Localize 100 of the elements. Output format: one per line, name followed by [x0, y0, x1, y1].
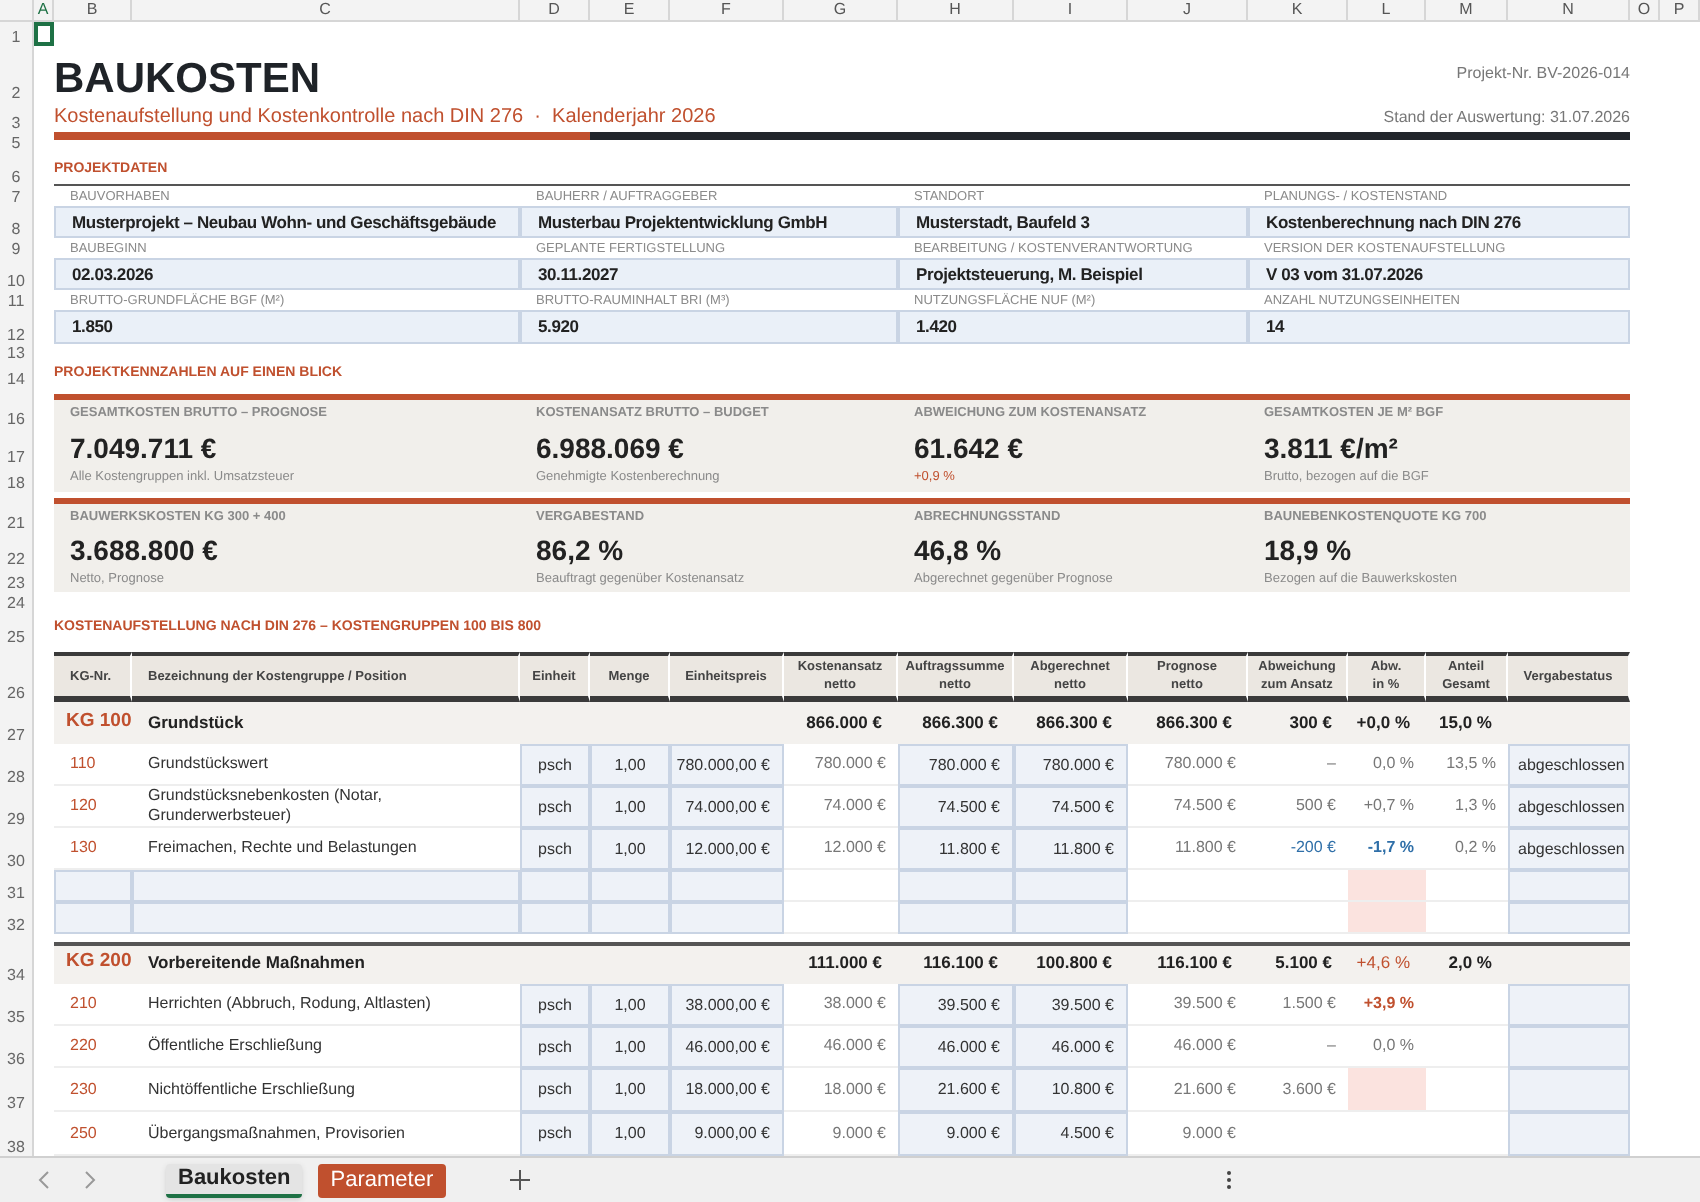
- column-letter[interactable]: O: [1630, 0, 1660, 22]
- table-cell[interactable]: 4.500 €: [1014, 1112, 1128, 1156]
- add-sheet-icon[interactable]: [509, 1170, 530, 1190]
- row-number[interactable]: 30: [0, 828, 34, 870]
- row-number[interactable]: 28: [0, 744, 34, 786]
- row-number[interactable]: 2: [0, 46, 34, 102]
- column-letter[interactable]: J: [1128, 0, 1248, 22]
- scroll-right-icon[interactable]: [82, 1170, 98, 1190]
- table-cell[interactable]: 1,00: [590, 1068, 670, 1112]
- sheet-tab[interactable]: Baukosten: [166, 1163, 303, 1197]
- table-cell[interactable]: 1,00: [590, 744, 670, 786]
- table-cell[interactable]: 780.000 €: [898, 744, 1014, 786]
- column-letter[interactable]: F: [670, 0, 784, 22]
- table-cell[interactable]: 74.000,00 €: [670, 786, 784, 828]
- column-letter[interactable]: K: [1248, 0, 1348, 22]
- row-number[interactable]: 17: [0, 428, 34, 466]
- input-cell[interactable]: [898, 902, 1014, 934]
- input-cell[interactable]: [520, 902, 590, 934]
- column-letter[interactable]: A: [34, 0, 54, 22]
- table-cell[interactable]: 46.000,00 €: [670, 1026, 784, 1068]
- row-number[interactable]: 21: [0, 504, 34, 532]
- table-cell[interactable]: 11.800 €: [1014, 828, 1128, 870]
- table-cell[interactable]: 38.000,00 €: [670, 984, 784, 1026]
- table-cell[interactable]: 11.800 €: [898, 828, 1014, 870]
- row-number[interactable]: 22: [0, 532, 34, 568]
- row-number[interactable]: 26: [0, 652, 34, 702]
- input-cell[interactable]: [1508, 1068, 1630, 1112]
- row-number[interactable]: 9: [0, 238, 34, 258]
- scroll-left-icon[interactable]: [36, 1170, 52, 1190]
- table-cell[interactable]: 46.000 €: [1014, 1026, 1128, 1068]
- row-number[interactable]: 38: [0, 1112, 34, 1156]
- input-cell[interactable]: [590, 870, 670, 902]
- column-letter[interactable]: D: [520, 0, 590, 22]
- table-cell[interactable]: 9.000,00 €: [670, 1112, 784, 1156]
- table-cell[interactable]: 18.000,00 €: [670, 1068, 784, 1112]
- row-number[interactable]: 24: [0, 592, 34, 612]
- input-cell[interactable]: [1508, 984, 1630, 1026]
- table-cell[interactable]: psch: [520, 1026, 590, 1068]
- input-cell[interactable]: [132, 902, 520, 934]
- table-cell[interactable]: 39.500 €: [898, 984, 1014, 1026]
- input-cell[interactable]: [590, 902, 670, 934]
- input-cell[interactable]: [520, 870, 590, 902]
- input-cell[interactable]: [670, 870, 784, 902]
- column-letter[interactable]: C: [132, 0, 520, 22]
- row-number[interactable]: 6: [0, 152, 34, 186]
- row-number[interactable]: 31: [0, 870, 34, 902]
- column-letter[interactable]: P: [1660, 0, 1700, 22]
- table-cell[interactable]: 10.800 €: [1014, 1068, 1128, 1112]
- more-icon[interactable]: [1225, 1170, 1232, 1190]
- row-number[interactable]: 29: [0, 786, 34, 828]
- table-cell[interactable]: abgeschlossen: [1508, 828, 1630, 870]
- input-cell[interactable]: [898, 870, 1014, 902]
- row-number[interactable]: 18: [0, 466, 34, 492]
- table-cell[interactable]: 74.500 €: [898, 786, 1014, 828]
- table-cell[interactable]: 9.000 €: [898, 1112, 1014, 1156]
- column-letter[interactable]: H: [898, 0, 1014, 22]
- table-cell[interactable]: abgeschlossen: [1508, 744, 1630, 786]
- row-number[interactable]: 25: [0, 612, 34, 646]
- row-number[interactable]: 37: [0, 1068, 34, 1112]
- table-cell[interactable]: 46.000 €: [898, 1026, 1014, 1068]
- table-cell[interactable]: 1,00: [590, 1026, 670, 1068]
- table-cell[interactable]: 1,00: [590, 786, 670, 828]
- input-cell[interactable]: [1014, 902, 1128, 934]
- row-number[interactable]: 32: [0, 902, 34, 934]
- table-cell[interactable]: 780.000 €: [1014, 744, 1128, 786]
- row-number[interactable]: 11: [0, 290, 34, 310]
- table-cell[interactable]: psch: [520, 744, 590, 786]
- column-letter[interactable]: L: [1348, 0, 1426, 22]
- input-cell[interactable]: [670, 902, 784, 934]
- table-cell[interactable]: 1,00: [590, 984, 670, 1026]
- row-number[interactable]: 7: [0, 186, 34, 206]
- table-cell[interactable]: 1,00: [590, 1112, 670, 1156]
- row-number[interactable]: 34: [0, 942, 34, 984]
- input-cell[interactable]: [1508, 1112, 1630, 1156]
- column-letter[interactable]: B: [54, 0, 132, 22]
- column-letter[interactable]: G: [784, 0, 898, 22]
- input-cell[interactable]: [1508, 902, 1630, 934]
- table-cell[interactable]: 74.500 €: [1014, 786, 1128, 828]
- row-number[interactable]: 3: [0, 102, 34, 132]
- column-letter[interactable]: E: [590, 0, 670, 22]
- row-number[interactable]: 12: [0, 310, 34, 344]
- table-cell[interactable]: psch: [520, 984, 590, 1026]
- table-cell[interactable]: 12.000,00 €: [670, 828, 784, 870]
- input-cell[interactable]: [1508, 870, 1630, 902]
- table-cell[interactable]: psch: [520, 786, 590, 828]
- column-letter[interactable]: I: [1014, 0, 1128, 22]
- table-cell[interactable]: psch: [520, 828, 590, 870]
- table-cell[interactable]: abgeschlossen: [1508, 786, 1630, 828]
- row-number[interactable]: 5: [0, 132, 34, 152]
- column-letter[interactable]: M: [1426, 0, 1508, 22]
- sheet-tab[interactable]: Parameter: [318, 1163, 446, 1197]
- input-cell[interactable]: [1014, 870, 1128, 902]
- selected-cell[interactable]: [34, 22, 54, 46]
- column-letter[interactable]: N: [1508, 0, 1630, 22]
- table-cell[interactable]: 21.600 €: [898, 1068, 1014, 1112]
- row-number[interactable]: 16: [0, 400, 34, 428]
- row-number[interactable]: 10: [0, 258, 34, 290]
- table-cell[interactable]: psch: [520, 1112, 590, 1156]
- row-number[interactable]: 35: [0, 984, 34, 1026]
- table-cell[interactable]: 1,00: [590, 828, 670, 870]
